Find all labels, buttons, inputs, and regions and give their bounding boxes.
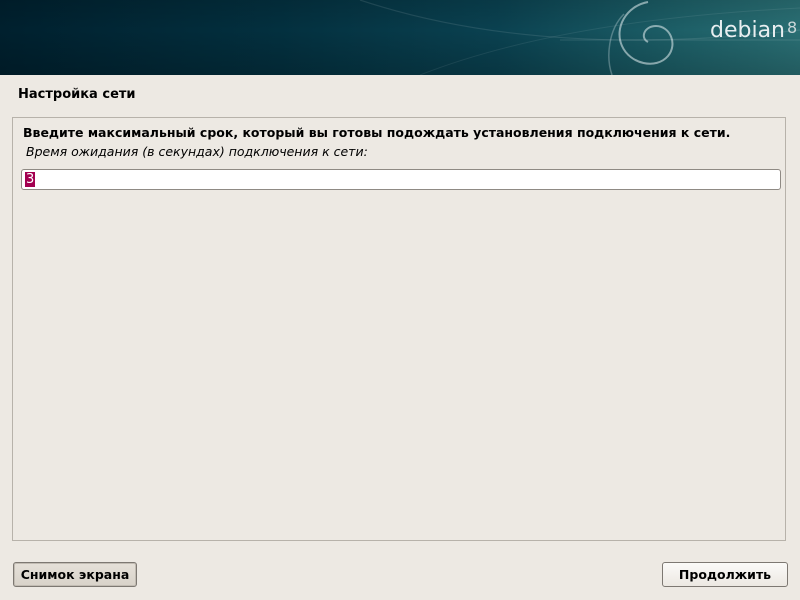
debian-logo: debian 8 <box>710 18 797 43</box>
timeout-input[interactable]: 3 <box>21 169 781 190</box>
screenshot-button[interactable]: Снимок экрана <box>13 562 137 587</box>
timeout-input-value: 3 <box>25 172 36 187</box>
question-text: Введите максимальный срок, который вы го… <box>23 125 731 140</box>
content-panel: Введите максимальный срок, который вы го… <box>12 117 786 541</box>
header-banner: debian 8 <box>0 0 800 75</box>
timeout-field-label: Время ожидания (в секундах) подключения … <box>26 144 368 159</box>
continue-button[interactable]: Продолжить <box>662 562 788 587</box>
logo-text: debian <box>710 18 786 43</box>
page-title: Настройка сети <box>18 87 136 102</box>
debian-swirl-icon <box>359 0 800 75</box>
logo-version: 8 <box>787 18 798 37</box>
